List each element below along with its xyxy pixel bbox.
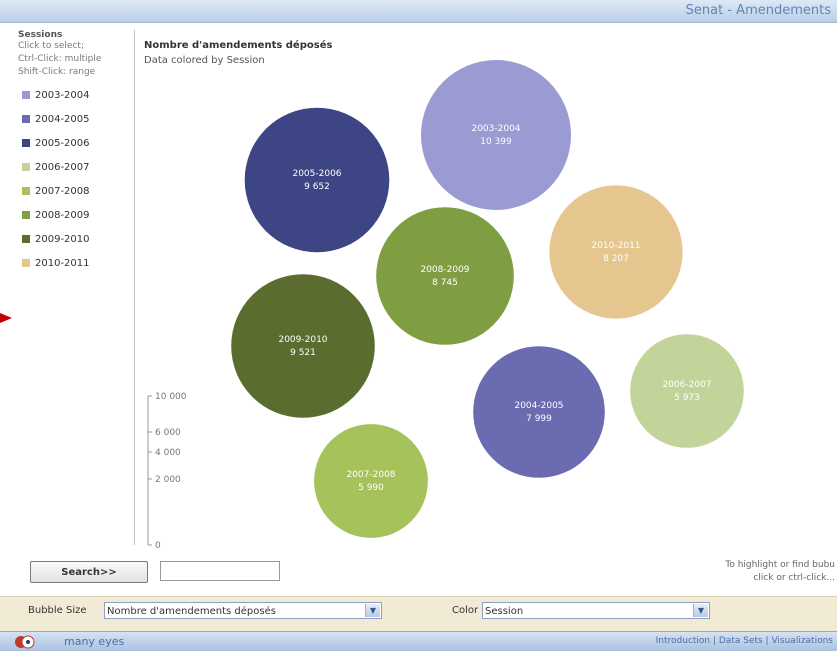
legend-swatch: [22, 235, 30, 243]
bubble-circle[interactable]: [244, 107, 390, 253]
color-select[interactable]: Session ▼: [482, 602, 710, 619]
legend-label: 2008-2009: [35, 209, 90, 221]
legend-label: 2010-2011: [35, 257, 90, 269]
legend-label: 2006-2007: [35, 161, 90, 173]
bubble-label: 2006-2007: [662, 380, 711, 390]
bubble-2007-2008[interactable]: 2007-2008 5 990: [314, 424, 428, 538]
bubble-circle[interactable]: [473, 346, 605, 478]
bubble-value: 8 207: [603, 254, 629, 264]
bubble-value: 8 745: [432, 278, 458, 288]
color-value: Session: [485, 606, 524, 617]
legend-items: 2003-2004 2004-2005 2005-2006 2006-2007 2007…: [16, 83, 134, 275]
controls-bar: Bubble Size Nombre d'amendements déposés…: [0, 596, 837, 631]
bubble-label: 2009-2010: [278, 335, 327, 345]
legend-item-2005-2006[interactable]: 2005-2006: [16, 131, 134, 155]
size-axis-tick-label: 10 000: [155, 392, 187, 402]
legend-item-2008-2009[interactable]: 2008-2009: [16, 203, 134, 227]
highlight-hint: To highlight or find bubu click or ctrl-…: [725, 559, 835, 585]
bubble-2010-2011[interactable]: 2010-2011 8 207: [549, 185, 683, 319]
legend-label: 2004-2005: [35, 113, 90, 125]
bubble-label: 2003-2004: [471, 124, 520, 134]
bubble-circle[interactable]: [630, 334, 744, 448]
legend-swatch: [22, 139, 30, 147]
size-axis-tick-label: 6 000: [155, 428, 181, 438]
bubble-label: 2004-2005: [514, 401, 563, 411]
bubble-size-label: Bubble Size: [28, 605, 87, 616]
legend-label: 2007-2008: [35, 185, 90, 197]
bubble-label: 2010-2011: [591, 241, 640, 251]
footer-links[interactable]: Introduction | Data Sets | Visualization…: [656, 636, 833, 646]
chevron-down-icon[interactable]: ▼: [693, 604, 708, 617]
legend-item-2009-2010[interactable]: 2009-2010: [16, 227, 134, 251]
footer-bar: many eyes Introduction | Data Sets | Vis…: [0, 631, 837, 651]
bubble-2005-2006[interactable]: 2005-2006 9 652: [244, 107, 390, 253]
bubble-circle[interactable]: [376, 207, 514, 345]
bubble-circle[interactable]: [314, 424, 428, 538]
bubble-label: 2007-2008: [346, 470, 395, 480]
legend-swatch: [22, 163, 30, 171]
size-axis-tick-label: 4 000: [155, 448, 181, 458]
bubble-2006-2007[interactable]: 2006-2007 5 973: [630, 334, 744, 448]
bubble-value: 9 652: [304, 182, 330, 192]
legend-label: 2003-2004: [35, 89, 90, 101]
legend-swatch: [22, 259, 30, 267]
bubble-circle[interactable]: [231, 274, 375, 418]
legend-swatch: [22, 115, 30, 123]
bubble-circle[interactable]: [549, 185, 683, 319]
bubble-label: 2005-2006: [292, 169, 341, 179]
many-eyes-logo-icon: [15, 635, 35, 649]
search-input[interactable]: [160, 561, 280, 581]
search-button[interactable]: Search>>: [30, 561, 148, 583]
size-axis-tick-label: 0: [155, 541, 161, 551]
bubble-2008-2009[interactable]: 2008-2009 8 745: [376, 207, 514, 345]
bubble-value: 7 999: [526, 414, 552, 424]
color-label: Color: [452, 605, 479, 616]
legend-item-2007-2008[interactable]: 2007-2008: [16, 179, 134, 203]
bubble-value: 10 399: [480, 137, 512, 147]
bubble-label: 2008-2009: [420, 265, 469, 275]
bubble-circle[interactable]: [421, 60, 571, 210]
legend-hint-range: Shift-Click: range: [18, 67, 96, 77]
bubble-2003-2004[interactable]: 2003-2004 10 399: [421, 60, 571, 210]
legend-hint-select: Click to select;: [18, 41, 84, 51]
legend-swatch: [22, 211, 30, 219]
legend-title: Sessions: [18, 30, 63, 40]
legend-hint-multiple: Ctrl-Click: multiple: [18, 54, 102, 64]
bubble-value: 5 990: [358, 483, 384, 493]
footer-brand: many eyes: [64, 635, 125, 648]
legend-panel: Sessions Click to select; Ctrl-Click: mu…: [16, 30, 135, 545]
bubble-2004-2005[interactable]: 2004-2005 7 999: [473, 346, 605, 478]
bubble-value: 5 973: [674, 393, 700, 403]
legend-swatch: [22, 187, 30, 195]
legend-item-2004-2005[interactable]: 2004-2005: [16, 107, 134, 131]
highlight-hint-line1: To highlight or find bubu: [725, 560, 835, 570]
bubble-2009-2010[interactable]: 2009-2010 9 521: [231, 274, 375, 418]
highlight-hint-line2: click or ctrl-click...: [753, 573, 835, 583]
legend-item-2010-2011[interactable]: 2010-2011: [16, 251, 134, 275]
legend-swatch: [22, 91, 30, 99]
chevron-down-icon[interactable]: ▼: [365, 604, 380, 617]
legend-item-2003-2004[interactable]: 2003-2004: [16, 83, 134, 107]
legend-label: 2009-2010: [35, 233, 90, 245]
legend-label: 2005-2006: [35, 137, 90, 149]
legend-item-2006-2007[interactable]: 2006-2007: [16, 155, 134, 179]
bubble-chart: 2003-2004 10 399 2004-2005 7 999 2005-2006 9 …: [147, 60, 744, 551]
size-axis-tick-label: 2 000: [155, 475, 181, 485]
bubble-value: 9 521: [290, 348, 316, 358]
pointer-arrow-icon: [0, 313, 12, 323]
bubble-size-select[interactable]: Nombre d'amendements déposés ▼: [104, 602, 382, 619]
bubble-size-value: Nombre d'amendements déposés: [107, 606, 276, 617]
